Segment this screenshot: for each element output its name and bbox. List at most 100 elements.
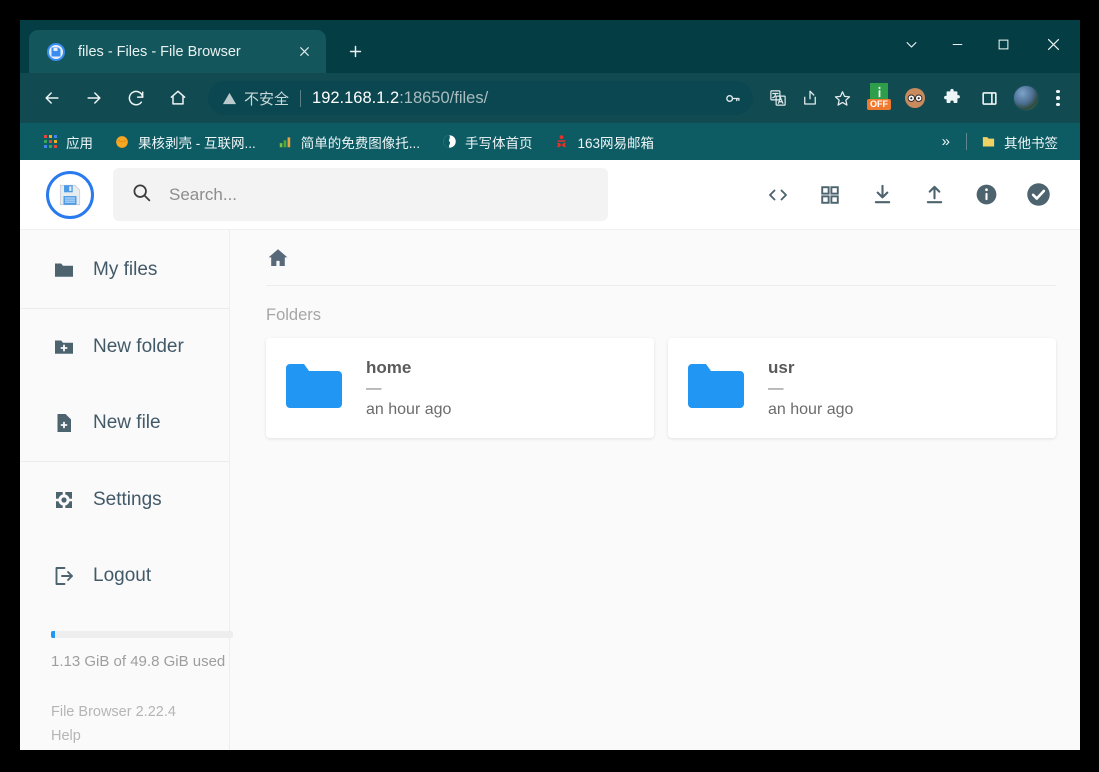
new-tab-button[interactable]: [340, 36, 370, 66]
puzzle-extensions-icon[interactable]: [936, 82, 968, 114]
sidebar-item-my-files[interactable]: My files: [20, 232, 229, 308]
sidebar-item-label: New file: [93, 412, 161, 433]
browser-window: files - Files - File Browser 不安全 192.168…: [20, 20, 1080, 750]
folders-heading: Folders: [266, 306, 322, 324]
tab-search-chevron-down-icon[interactable]: [888, 20, 934, 68]
window-controls: [888, 20, 1080, 68]
tab-close-icon[interactable]: [292, 40, 316, 64]
not-secure-warning-icon[interactable]: [222, 91, 237, 106]
bookmarks-bar: 应用 果核剥壳 - 互联网... 简单的免费图像托... 手写体首页 163网易…: [20, 123, 1080, 160]
app-body: My files New folder New file Settings Lo…: [20, 230, 1080, 750]
sidebar-item-new-file[interactable]: New file: [20, 385, 229, 461]
bookmark-star-icon[interactable]: [827, 83, 857, 113]
sidebar-item-new-folder[interactable]: New folder: [20, 309, 229, 385]
info-circle-icon[interactable]: [960, 172, 1012, 218]
three-dot-menu[interactable]: [1044, 83, 1072, 113]
folder-card[interactable]: home — an hour ago: [266, 338, 654, 438]
url-text: 192.168.1.2:18650/files/: [312, 89, 715, 108]
url-path: :18650/files/: [399, 88, 489, 107]
search-placeholder: Search...: [169, 184, 238, 204]
other-bookmarks-label: 其他书签: [1004, 135, 1058, 151]
glasses-avatar-extension[interactable]: [899, 82, 931, 114]
bookmark-label: 163网易邮箱: [577, 135, 655, 151]
bookmark-label: 果核剥壳 - 互联网...: [138, 135, 256, 151]
bookmarks-overflow-button[interactable]: »: [932, 133, 960, 150]
bookmark-label: 手写体首页: [465, 135, 533, 151]
share-icon[interactable]: [795, 83, 825, 113]
address-bar[interactable]: 不安全 192.168.1.2:18650/files/: [208, 81, 753, 115]
tab-list: files - Files - File Browser: [20, 30, 370, 73]
code-brackets-icon[interactable]: [752, 172, 804, 218]
tab-title: files - Files - File Browser: [78, 43, 241, 60]
download-icon[interactable]: [856, 172, 908, 218]
folder-name: usr: [768, 357, 795, 377]
storage-progress-fill: [51, 631, 56, 638]
folder-name: home: [366, 357, 412, 377]
folder-modified: an hour ago: [366, 400, 452, 418]
folder-size: —: [366, 379, 382, 397]
bookmark-handwriting[interactable]: 手写体首页: [433, 129, 541, 155]
bookmark-imagehost[interactable]: 简单的免费图像托...: [269, 129, 428, 155]
upload-icon[interactable]: [908, 172, 960, 218]
app-version-label: File Browser 2.22.4: [51, 704, 176, 720]
side-panel-icon[interactable]: [973, 82, 1005, 114]
breadcrumb-home-icon[interactable]: [266, 246, 290, 270]
folder-plus-icon: [51, 334, 77, 360]
tab-strip: files - Files - File Browser: [20, 20, 1080, 73]
app-header: Search...: [20, 160, 1080, 230]
translate-icon[interactable]: [763, 83, 793, 113]
grid-view-icon[interactable]: [804, 172, 856, 218]
logout-icon: [51, 563, 77, 589]
bookmark-163mail[interactable]: 163网易邮箱: [546, 129, 663, 155]
adblock-off-badge: OFF: [867, 99, 891, 110]
maximize-button[interactable]: [980, 20, 1026, 68]
bookmarks-divider: [966, 133, 967, 150]
adblock-icon: [870, 83, 888, 100]
sidebar-group-account: Settings Logout: [20, 461, 229, 614]
sidebar-item-settings[interactable]: Settings: [20, 462, 229, 538]
header-actions: [752, 172, 1064, 218]
password-key-icon[interactable]: [717, 83, 747, 113]
storage-progress-bar: [51, 631, 233, 638]
home-icon[interactable]: [160, 80, 196, 116]
adblock-extension[interactable]: OFF: [864, 83, 894, 113]
gear-icon: [51, 487, 77, 513]
extensions-area: OFF: [857, 82, 1072, 114]
security-status-label: 不安全: [244, 90, 290, 108]
folder-icon: [686, 362, 746, 414]
browser-tab[interactable]: files - Files - File Browser: [29, 30, 326, 73]
folder-card[interactable]: usr — an hour ago: [668, 338, 1056, 438]
help-link[interactable]: Help: [51, 728, 229, 744]
search-input[interactable]: Search...: [113, 168, 608, 221]
close-window-button[interactable]: [1026, 20, 1080, 68]
profile-avatar[interactable]: [1013, 85, 1039, 111]
folder-size: —: [768, 379, 784, 397]
folder-grid: home — an hour ago usr — an hour ago: [266, 338, 1056, 438]
bookmark-guohe[interactable]: 果核剥壳 - 互联网...: [106, 129, 264, 155]
sidebar-item-logout[interactable]: Logout: [20, 538, 229, 614]
sidebar-group-create: New folder New file: [20, 308, 229, 461]
other-bookmarks-folder[interactable]: 其他书签: [973, 129, 1065, 155]
app-logo-floppy-disk-icon[interactable]: [46, 170, 94, 219]
sidebar-item-label: Logout: [93, 565, 152, 586]
breadcrumb: [266, 230, 1056, 286]
bars-chart-icon: [277, 134, 293, 150]
minimize-button[interactable]: [934, 20, 980, 68]
file-browser-app: Search... My files New folder New file S…: [20, 160, 1080, 750]
search-icon: [131, 182, 152, 208]
url-host: 192.168.1.2: [312, 88, 400, 107]
bookmark-apps[interactable]: 应用: [34, 129, 101, 155]
orange-circle-icon: [114, 134, 130, 150]
sidebar-item-label: My files: [93, 259, 158, 280]
reload-icon[interactable]: [118, 80, 154, 116]
sidebar-group-files: My files: [20, 232, 229, 308]
folder-icon: [51, 257, 77, 283]
omnibox-divider: [300, 89, 302, 107]
back-arrow-icon[interactable]: [34, 80, 70, 116]
check-circle-icon[interactable]: [1012, 172, 1064, 218]
folder-meta: usr — an hour ago: [768, 358, 853, 419]
forward-arrow-icon[interactable]: [76, 80, 112, 116]
folder-meta: home — an hour ago: [366, 358, 451, 419]
main-content: Folders home — an hour ago usr — an hour…: [230, 230, 1080, 750]
sidebar: My files New folder New file Settings Lo…: [20, 230, 233, 750]
